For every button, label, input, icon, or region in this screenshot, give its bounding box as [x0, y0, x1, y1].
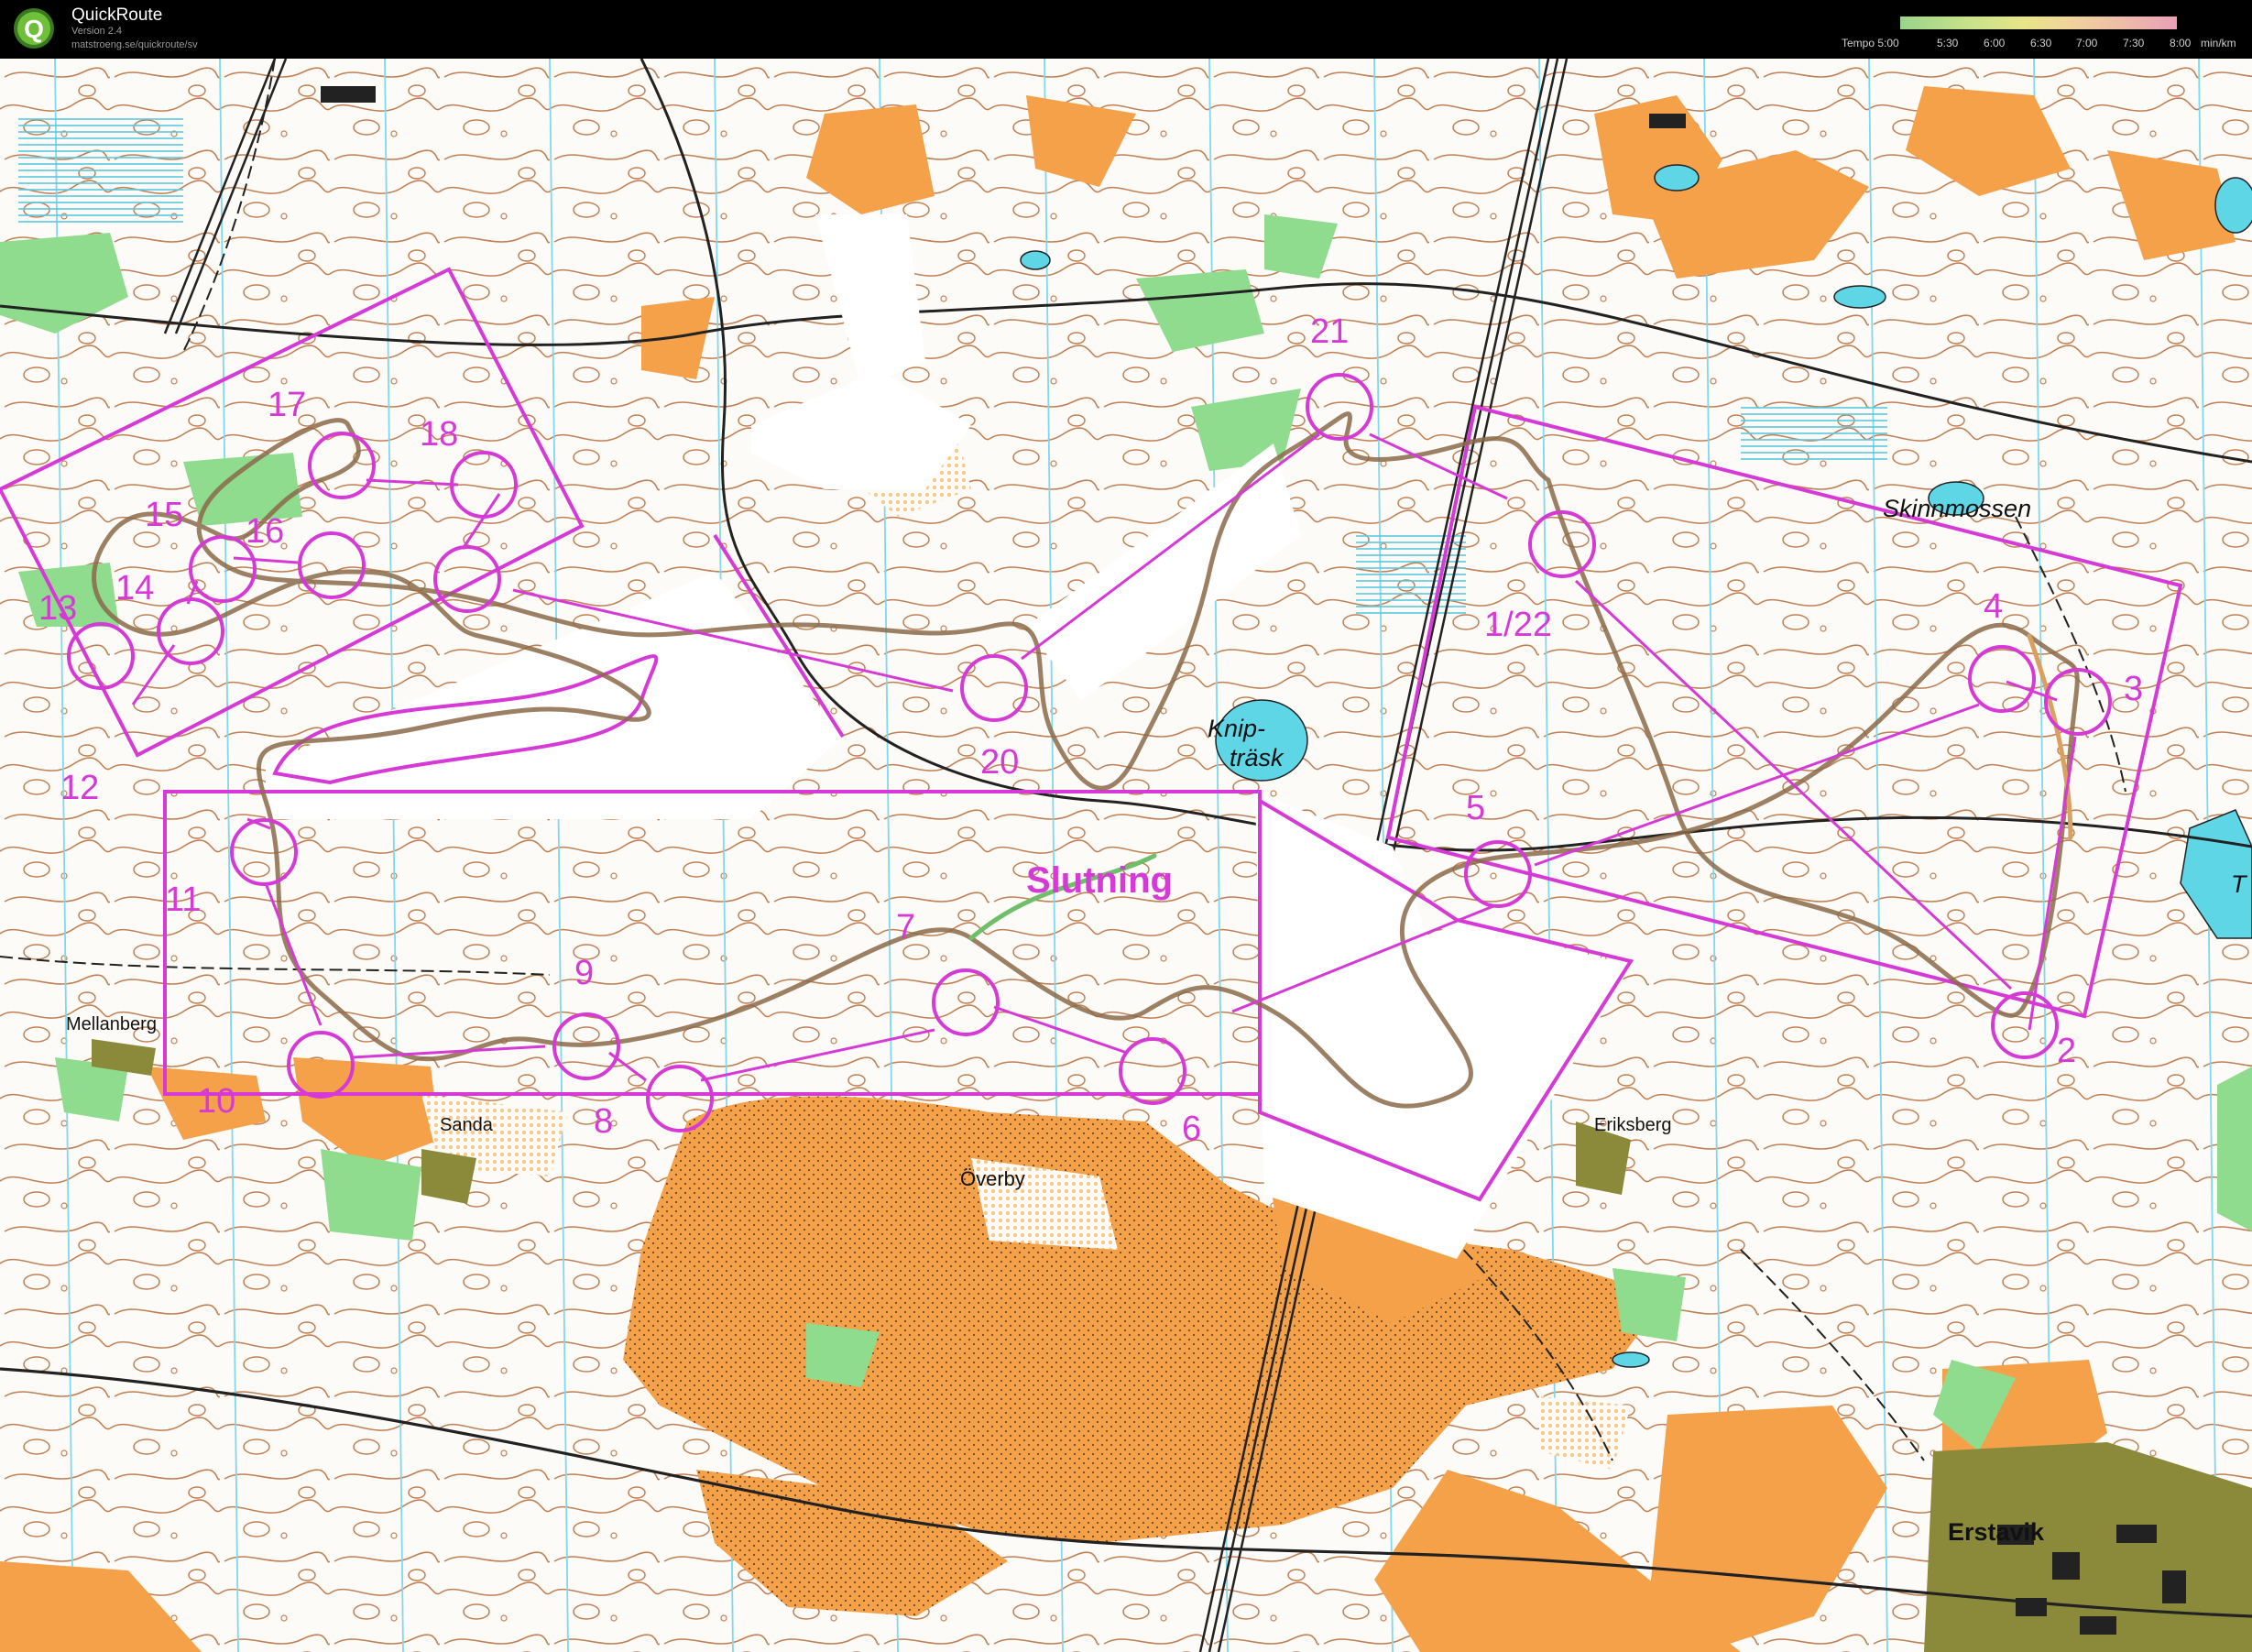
- place-erstavik: Erstavik: [1948, 1518, 2045, 1546]
- control-number: 10: [197, 1082, 235, 1121]
- legend-tick: 6:00: [1984, 37, 2006, 49]
- control-number: 16: [246, 512, 284, 551]
- title-bar: Q QuickRoute Version 2.4 matstroeng.se/q…: [0, 0, 2252, 59]
- legend-tick: 7:00: [2076, 37, 2098, 49]
- place-eriksberg: Eriksberg: [1594, 1115, 1671, 1135]
- place-skinnmossen: Skinnmossen: [1883, 495, 2031, 522]
- legend-unit: min/km: [2201, 37, 2236, 49]
- pace-legend: Tempo 5:00 5:30 6:00 6:30 7:00 7:30 8:00…: [1842, 5, 2245, 53]
- control-number: 6: [1182, 1110, 1201, 1148]
- app-version: Version 2.4: [71, 26, 123, 37]
- place-knip: Knip-: [1208, 715, 1265, 742]
- place-edge-t: T: [2231, 870, 2248, 898]
- control-number: 1/22: [1484, 606, 1552, 644]
- control-number: 5: [1466, 789, 1485, 827]
- control-number: 18: [420, 415, 458, 454]
- control-number: 8: [594, 1102, 613, 1141]
- legend-tick: 5:30: [1937, 37, 1959, 49]
- place-mellanberg: Mellanberg: [66, 1014, 157, 1034]
- legend-title: Tempo 5:00: [1842, 37, 1899, 49]
- legend-tick: 8:00: [2170, 37, 2192, 49]
- control-number: 4: [1984, 587, 2003, 626]
- place-sanda: Sanda: [440, 1115, 494, 1135]
- control-number: 9: [574, 954, 594, 992]
- legend-tick: 7:30: [2123, 37, 2145, 49]
- place-trask: träsk: [1230, 744, 1285, 771]
- control-number: 12: [60, 769, 99, 807]
- legend-tick: 6:30: [2030, 37, 2052, 49]
- control-number: 15: [145, 496, 183, 534]
- control-number: 17: [268, 386, 306, 424]
- control-number: 11: [165, 881, 201, 919]
- control-number: 13: [38, 589, 77, 628]
- quickroute-logo-icon: Q: [14, 8, 54, 49]
- orienteering-map[interactable]: 1/22 2 3 4 5 6 7 8 9 10 11 12 13 14 15 1…: [0, 59, 2252, 1652]
- control-number: 3: [2124, 670, 2143, 708]
- finish-label: Slutning: [1026, 860, 1173, 901]
- control-number: 2: [2057, 1032, 2076, 1070]
- control-number: 21: [1310, 312, 1349, 351]
- control-number: 14: [115, 569, 154, 607]
- control-number: 20: [980, 743, 1019, 782]
- control-number: 7: [896, 908, 915, 946]
- app-url: matstroeng.se/quickroute/sv: [71, 39, 198, 50]
- app-name: QuickRoute: [71, 5, 163, 25]
- pace-color-scale: [1900, 16, 2177, 29]
- place-overby: Överby: [960, 1167, 1025, 1190]
- svg-text:Q: Q: [24, 15, 44, 43]
